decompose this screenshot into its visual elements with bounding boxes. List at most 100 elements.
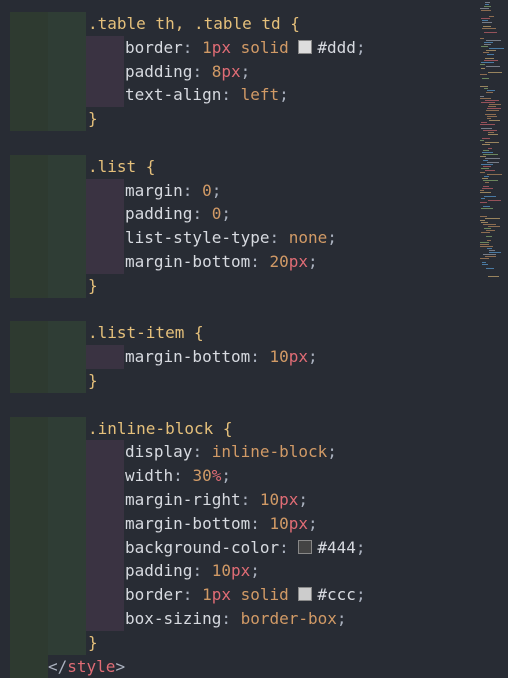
token: { — [145, 156, 156, 176]
code-text: } — [88, 107, 98, 131]
token: px — [230, 561, 251, 581]
minimap-line — [487, 118, 491, 119]
token: ; — [327, 442, 337, 462]
code-editor[interactable]: .table th, .table td {border: 1px solid … — [0, 0, 508, 678]
code-line[interactable]: box-sizing: border-box; — [0, 607, 480, 631]
code-line[interactable]: margin-right: 10px; — [0, 488, 480, 512]
token: 1 — [202, 585, 212, 605]
indent-guide — [10, 345, 48, 369]
code-line[interactable] — [0, 298, 480, 322]
token: ; — [308, 513, 318, 533]
code-line[interactable]: margin-bottom: 10px; — [0, 345, 480, 369]
code-line[interactable]: border: 1px solid #ccc; — [0, 583, 480, 607]
code-line[interactable]: width: 30%; — [0, 464, 480, 488]
minimap-line — [480, 244, 489, 245]
token: margin — [125, 180, 183, 200]
indent-guide — [10, 511, 48, 536]
code-text: .list { — [88, 155, 155, 179]
minimap-line — [487, 90, 495, 91]
code-text: border: 1px solid #ddd; — [125, 36, 366, 60]
token: 20 — [269, 252, 289, 271]
code-line[interactable]: .list { — [0, 154, 480, 179]
color-swatch-icon[interactable] — [298, 539, 313, 554]
token: #444 — [317, 537, 356, 557]
minimap-line — [482, 152, 493, 153]
code-line[interactable]: } — [0, 369, 480, 393]
minimap-line — [480, 86, 488, 87]
indent-guide — [86, 535, 124, 560]
indent-guide — [10, 583, 48, 607]
code-line[interactable]: padding: 10px; — [0, 559, 480, 584]
code-line[interactable]: .table th, .table td { — [0, 12, 480, 36]
indent-guide — [48, 440, 86, 465]
token: left — [240, 85, 280, 105]
indent-guide — [86, 511, 124, 536]
code-line[interactable] — [0, 131, 480, 155]
code-line[interactable]: } — [0, 273, 480, 298]
minimap[interactable] — [478, 0, 508, 280]
code-line[interactable]: border: 1px solid #ddd; — [0, 35, 480, 60]
token: : — [192, 61, 212, 81]
token: margin-bottom — [125, 347, 251, 367]
minimap-line — [481, 168, 489, 169]
code-line[interactable]: list-style-type: none; — [0, 226, 480, 250]
minimap-line — [481, 208, 493, 209]
token: #ccc — [317, 585, 356, 605]
minimap-line — [480, 64, 485, 65]
code-line[interactable]: text-align: left; — [0, 83, 480, 108]
token: 10 — [259, 490, 280, 509]
token: : — [182, 585, 203, 605]
minimap-line — [487, 174, 502, 175]
minimap-line — [486, 50, 496, 51]
code-line[interactable]: } — [0, 107, 480, 131]
token: 1 — [202, 37, 212, 57]
token: ; — [279, 85, 289, 105]
code-line[interactable]: margin: 0; — [0, 178, 480, 203]
minimap-line — [483, 166, 491, 167]
minimap-line — [483, 52, 489, 53]
minimap-line — [487, 54, 494, 55]
code-line[interactable]: .list-item { — [0, 321, 480, 346]
code-line[interactable] — [0, 393, 480, 417]
minimap-line — [480, 220, 485, 221]
minimap-line — [489, 120, 500, 121]
code-line[interactable]: padding: 0; — [0, 202, 480, 227]
token: box-sizing — [125, 609, 222, 628]
token: 0 — [202, 180, 212, 200]
indent-guide — [10, 107, 48, 131]
token: ; — [327, 228, 337, 248]
code-text: </style> — [48, 655, 125, 678]
token: } — [88, 275, 98, 295]
indent-guide — [10, 273, 48, 298]
minimap-line — [480, 192, 491, 193]
code-line[interactable]: padding: 8px; — [0, 59, 480, 84]
code-line[interactable]: } — [0, 630, 480, 655]
code-line[interactable]: .inline-block { — [0, 416, 480, 441]
color-swatch-icon[interactable] — [298, 39, 313, 54]
token: ; — [221, 204, 231, 224]
minimap-line — [489, 104, 501, 105]
code-line[interactable]: margin-bottom: 20px; — [0, 250, 480, 274]
color-swatch-icon[interactable] — [298, 587, 313, 602]
indent-guide — [86, 250, 124, 274]
minimap-line — [488, 134, 498, 135]
code-line[interactable]: display: inline-block; — [0, 440, 480, 465]
code-line[interactable]: </style> — [0, 654, 480, 678]
token: border-box — [240, 609, 337, 628]
token: background-color — [125, 537, 280, 557]
minimap-line — [482, 188, 493, 189]
token: : — [240, 490, 260, 509]
token: solid — [230, 585, 299, 605]
code-text: padding: 0; — [125, 202, 231, 226]
minimap-line — [481, 102, 495, 103]
token: ; — [308, 347, 318, 367]
token: margin-bottom — [125, 513, 251, 533]
indent-guide — [10, 178, 48, 203]
token: px — [211, 37, 231, 57]
token: width — [125, 466, 174, 486]
minimap-line — [480, 242, 489, 243]
token: : — [192, 442, 212, 462]
code-line[interactable]: background-color: #444; — [0, 535, 480, 560]
minimap-line — [482, 144, 490, 145]
code-line[interactable]: margin-bottom: 10px; — [0, 511, 480, 536]
